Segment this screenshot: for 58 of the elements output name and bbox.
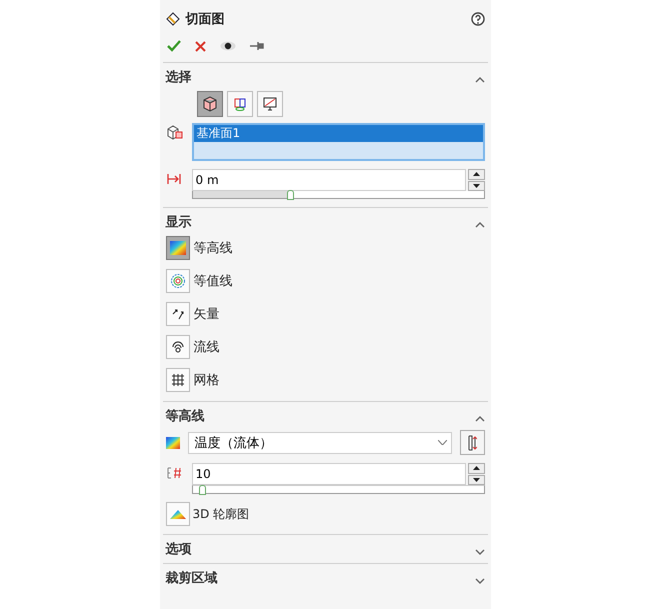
down-triangle-icon	[472, 478, 480, 482]
panel-title: 切面图	[186, 11, 226, 28]
spin-down-button[interactable]	[468, 180, 484, 191]
gradient-icon	[166, 436, 180, 448]
section-heading: 选项	[166, 541, 192, 558]
section-heading: 显示	[166, 214, 192, 231]
cube-icon	[202, 96, 218, 112]
expand-icon[interactable]	[474, 548, 484, 554]
selection-list[interactable]: 基准面1	[192, 123, 484, 161]
spin-up-button[interactable]	[468, 463, 484, 474]
cube-icon	[166, 125, 184, 141]
slider-thumb[interactable]	[199, 485, 206, 495]
display-mode-button[interactable]: 流线	[166, 335, 220, 359]
selection-tool-button[interactable]	[226, 91, 252, 117]
arrows-icon	[170, 307, 184, 321]
help-icon[interactable]	[470, 12, 484, 26]
section-heading: 选择	[166, 69, 192, 86]
isolines-icon	[170, 273, 186, 289]
section-heading: 等高线	[166, 408, 204, 425]
eye-icon[interactable]	[220, 41, 236, 51]
list-item[interactable]: 基准面1	[194, 125, 482, 142]
spin-up-button[interactable]	[468, 169, 484, 180]
display-mode-button[interactable]: 网格	[166, 368, 220, 392]
components-icon	[232, 96, 248, 112]
expand-icon[interactable]	[474, 578, 484, 584]
spin-down-button[interactable]	[468, 474, 484, 485]
mountain-icon	[170, 509, 186, 519]
close-icon[interactable]	[194, 40, 206, 52]
up-triangle-icon	[472, 172, 480, 176]
grid-icon	[170, 373, 184, 387]
checkmark-icon[interactable]	[166, 40, 180, 52]
offset-field[interactable]: 0 m	[192, 169, 466, 191]
slider-track[interactable]	[192, 485, 484, 494]
gradient-icon	[170, 241, 186, 255]
3d-contour-button[interactable]: 3D 轮廓图	[166, 502, 250, 526]
display-mode-button[interactable]: 矢量	[166, 302, 220, 326]
range-icon	[467, 434, 477, 450]
selection-tool-button[interactable]	[256, 91, 282, 117]
up-triangle-icon	[472, 466, 480, 470]
display-mode-button[interactable]: 等高线	[166, 236, 232, 260]
pin-icon[interactable]	[250, 41, 264, 51]
collapse-icon[interactable]	[474, 222, 484, 228]
parameter-dropdown[interactable]: 温度（流体）	[188, 432, 452, 454]
monitor-icon	[262, 96, 278, 112]
collapse-icon[interactable]	[474, 76, 484, 82]
levels-icon	[166, 467, 184, 479]
offset-icon	[166, 173, 184, 185]
levels-field[interactable]: 10	[192, 463, 466, 485]
down-triangle-icon	[472, 184, 480, 188]
caret-icon	[438, 440, 446, 445]
slider-track[interactable]	[192, 191, 484, 199]
palette-button[interactable]	[460, 430, 484, 455]
section-view-icon	[166, 12, 180, 26]
display-mode-button[interactable]: 等值线	[166, 269, 232, 293]
streamlines-icon	[170, 340, 184, 354]
collapse-icon[interactable]	[474, 416, 484, 422]
section-heading: 裁剪区域	[166, 570, 218, 587]
selection-tool-button[interactable]	[196, 91, 222, 117]
